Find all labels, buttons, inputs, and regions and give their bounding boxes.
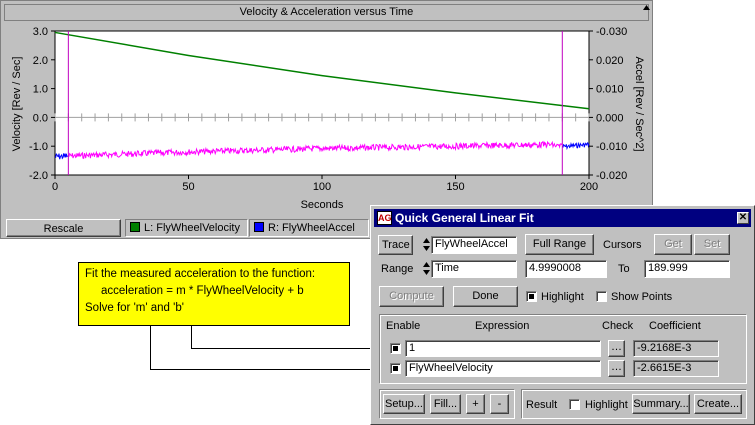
coefficient-field-row-2: -2.6615E-3 [633, 360, 719, 377]
x-tick-label: 200 [580, 181, 598, 193]
accel-swatch-icon [254, 222, 264, 232]
left-trace-label: L: FlyWheelVelocity [144, 222, 240, 234]
annotation-line-1: Fit the measured acceleration to the fun… [85, 268, 316, 280]
y-axis-left-label: Velocity [Rev / Sec] [11, 57, 23, 152]
y-right-tick-label: -0.010 [596, 141, 627, 153]
x-axis-label: Seconds [301, 199, 344, 211]
chart-title: Velocity & Acceleration versus Time [4, 4, 649, 21]
y-right-tick-label: -0.030 [596, 26, 627, 38]
set-button[interactable]: Set [694, 234, 730, 255]
y-left-tick-label: 2.0 [33, 55, 48, 67]
range-variable-field[interactable]: Time [431, 260, 517, 278]
chart-window: Velocity & Acceleration versus Time 3.0 2… [0, 0, 653, 239]
cursors-label: Cursors [603, 239, 642, 251]
range-to-field[interactable]: 189.999 [644, 260, 730, 278]
x-tick-label: 100 [313, 181, 331, 193]
add-row-button[interactable]: + [466, 394, 485, 414]
full-range-button[interactable]: Full Range [525, 234, 594, 255]
expression-header: Expression [475, 320, 530, 332]
check-button-row-1[interactable]: … [608, 340, 625, 357]
dialog-title: Quick General Linear Fit [395, 211, 534, 225]
done-button[interactable]: Done [453, 286, 518, 307]
trace-field[interactable]: FlyWheelAccel [431, 236, 517, 254]
remove-row-button[interactable]: - [490, 394, 509, 414]
annotation-line-2: acceleration = m * FlyWheelVelocity + b [101, 285, 304, 297]
show-points-label: Show Points [611, 291, 673, 303]
close-icon[interactable]: ✕ [737, 212, 749, 224]
left-trace-indicator[interactable]: L: FlyWheelVelocity [125, 219, 248, 237]
create-button[interactable]: Create... [694, 394, 742, 414]
y-left-tick-label: 1.0 [33, 84, 48, 96]
range-from-field[interactable]: 4.9990008 [525, 260, 607, 278]
get-button[interactable]: Get [654, 234, 692, 255]
annotation-note: Fit the measured acceleration to the fun… [78, 262, 350, 326]
summary-button[interactable]: Summary... [632, 394, 690, 414]
coefficient-header: Coefficient [649, 320, 701, 332]
setup-button[interactable]: Setup... [383, 394, 425, 414]
trace-button[interactable]: Trace [378, 235, 413, 255]
y-right-tick-label: 0.010 [596, 84, 624, 96]
to-label: To [618, 263, 630, 275]
result-label: Result [526, 399, 558, 411]
right-trace-indicator[interactable]: R: FlyWheelAccel [249, 219, 369, 237]
quick-linear-fit-dialog: Quick General Linear Fit AG ✕ Trace FlyW… [370, 205, 755, 425]
y-left-tick-label: -1.0 [29, 141, 48, 153]
y-right-tick-label: -0.020 [596, 170, 627, 182]
scroll-up-arrow-icon[interactable] [642, 3, 651, 12]
highlight-label: Highlight [541, 291, 584, 303]
enable-checkbox-row-2[interactable] [390, 363, 401, 374]
velocity-swatch-icon [130, 222, 140, 232]
expression-field-row-2[interactable]: FlyWheelVelocity [405, 360, 601, 377]
x-tick-label: 0 [52, 181, 58, 193]
trace-spinner-icon[interactable] [422, 236, 431, 253]
dialog-titlebar[interactable]: Quick General Linear Fit AG ✕ [374, 209, 751, 227]
connector-line-m-horizontal [150, 369, 386, 370]
app-icon: AG [377, 211, 392, 225]
connector-line-m-vertical [150, 326, 151, 369]
compute-button[interactable]: Compute [379, 286, 444, 307]
result-highlight-checkbox[interactable] [569, 399, 580, 410]
check-button-row-2[interactable]: … [608, 360, 625, 377]
rescale-button[interactable]: Rescale [6, 219, 121, 237]
x-tick-label: 50 [182, 181, 194, 193]
coefficient-field-row-1: -9.2168E-3 [633, 340, 719, 357]
right-trace-label: R: FlyWheelAccel [268, 222, 355, 234]
range-label: Range [381, 263, 414, 275]
fill-button[interactable]: Fill... [430, 394, 461, 414]
y-right-tick-label: 0.020 [596, 55, 624, 67]
annotation-line-3: Solve for 'm' and 'b' [85, 302, 184, 314]
chart-plot: 3.0 2.0 1.0 0.0 -1.0 -2.0 -0.030 0.020 0.010 0.00… [4, 22, 650, 216]
enable-header: Enable [386, 320, 421, 332]
range-spinner-icon[interactable] [422, 260, 431, 277]
y-right-tick-label: 0.000 [596, 112, 624, 124]
show-points-checkbox[interactable] [596, 291, 607, 302]
result-highlight-label: Highlight [585, 399, 628, 411]
highlight-checkbox[interactable] [526, 291, 537, 302]
y-left-tick-label: -2.0 [29, 170, 48, 182]
y-left-tick-label: 3.0 [33, 26, 48, 38]
expression-field-row-1[interactable]: 1 [405, 340, 601, 357]
x-tick-label: 150 [446, 181, 464, 193]
check-header: Check [602, 320, 634, 332]
y-left-tick-label: 0.0 [33, 112, 48, 124]
connector-line-b-vertical [191, 326, 192, 349]
y-axis-right-label: Accel [Rev / Sec^2] [633, 56, 645, 151]
enable-checkbox-row-1[interactable] [390, 343, 401, 354]
connector-line-b-horizontal [191, 348, 386, 349]
